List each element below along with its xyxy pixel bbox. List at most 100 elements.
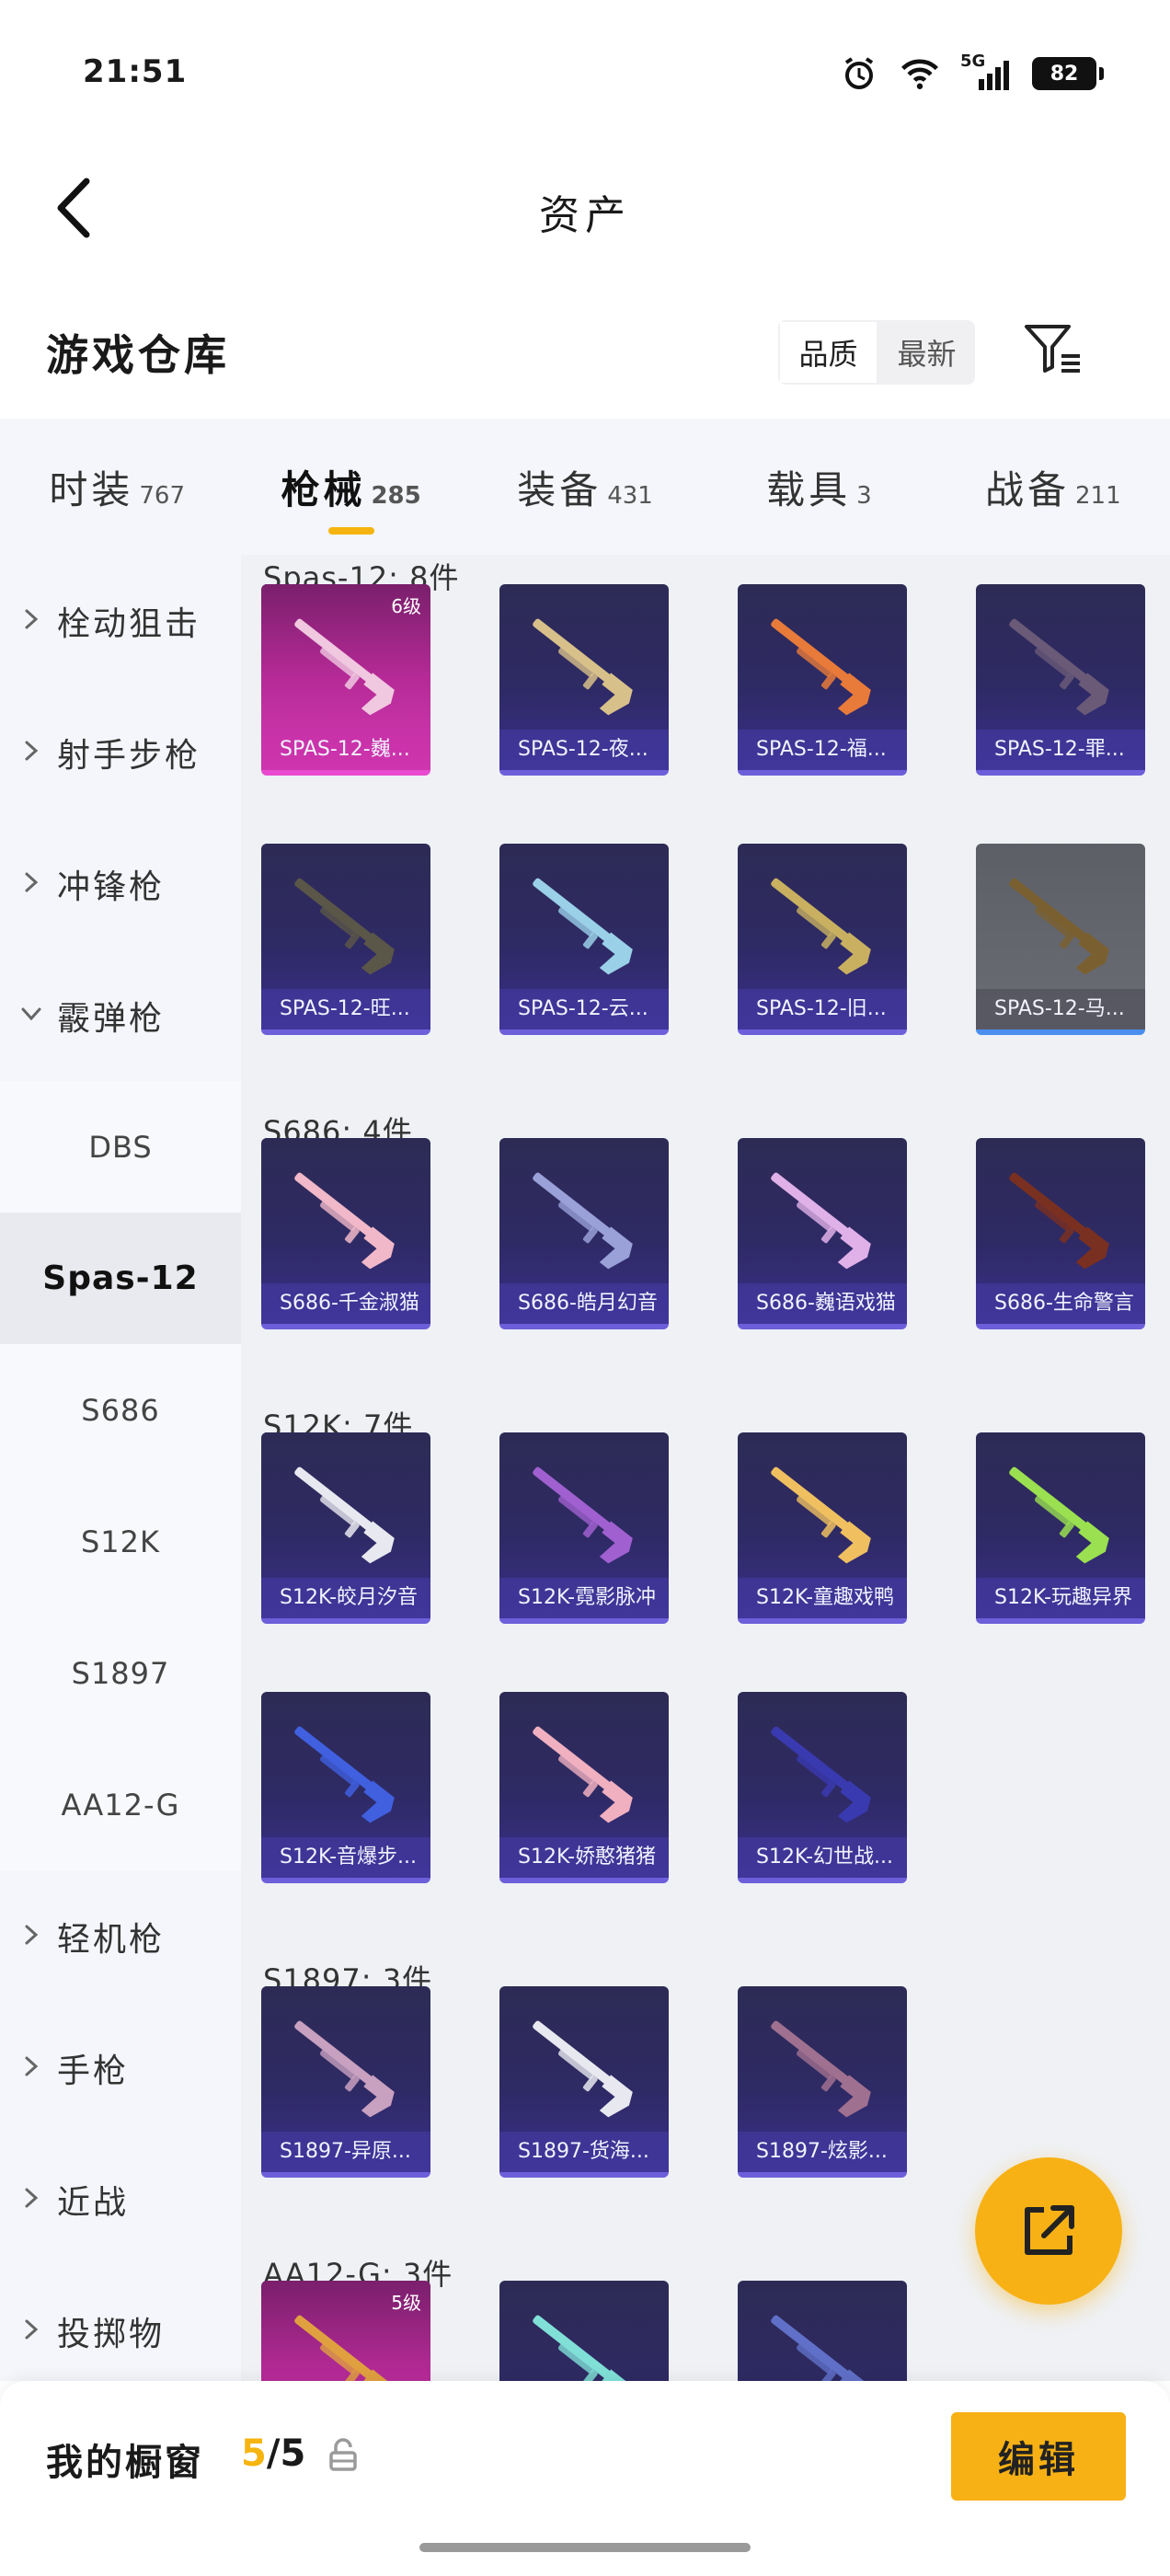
level-badge: 6级 bbox=[391, 595, 421, 617]
weapon-name: SPAS-12-旧... bbox=[738, 989, 907, 1029]
weapon-name: S686-巍语戏猫 bbox=[738, 1283, 907, 1324]
tab-1[interactable]: 枪械 285 bbox=[234, 419, 467, 555]
weapon-card[interactable]: 5级 bbox=[261, 2281, 430, 2381]
weapon-card[interactable]: S1897-货海... bbox=[499, 1986, 669, 2178]
chevron-right-icon bbox=[25, 2319, 39, 2340]
sidebar-item-13[interactable]: 投掷物 bbox=[0, 2265, 241, 2397]
weapon-image bbox=[533, 1466, 633, 1564]
sidebar-item-7[interactable]: S12K bbox=[0, 1476, 241, 1607]
sidebar-item-11[interactable]: 手枪 bbox=[0, 2002, 241, 2133]
weapon-card[interactable]: S686-巍语戏猫 bbox=[738, 1138, 907, 1329]
sidebar-item-12[interactable]: 近战 bbox=[0, 2133, 241, 2265]
sidebar-item-6[interactable]: S686 bbox=[0, 1344, 241, 1476]
weapon-card[interactable]: S12K-幻世战... bbox=[738, 1692, 907, 1883]
sort-latest-button[interactable]: 最新 bbox=[878, 320, 975, 385]
showcase-count: 5/5 bbox=[241, 2432, 305, 2475]
weapon-image bbox=[533, 2315, 633, 2381]
weapon-card[interactable]: S686-千金淑猫 bbox=[261, 1138, 430, 1329]
weapon-card[interactable]: S12K-娇憨猪猪 bbox=[499, 1692, 669, 1883]
chevron-right-icon bbox=[25, 741, 39, 761]
weapon-card[interactable] bbox=[499, 2281, 669, 2381]
sidebar-item-label: 霰弹枪 bbox=[57, 999, 166, 1038]
weapon-name: S686-生命警言 bbox=[976, 1283, 1145, 1324]
sidebar-item-label: S686 bbox=[81, 1392, 160, 1428]
weapon-image bbox=[533, 2020, 633, 2118]
sidebar-item-4[interactable]: DBS bbox=[0, 1081, 241, 1213]
filter-icon bbox=[1025, 325, 1080, 373]
weapon-card[interactable]: SPAS-12-旺... bbox=[261, 844, 430, 1035]
sidebar-item-label: 栓动狙击 bbox=[57, 604, 201, 643]
tab-4[interactable]: 战备 211 bbox=[936, 419, 1170, 555]
weapon-name: SPAS-12-云... bbox=[499, 989, 669, 1029]
weapon-image bbox=[771, 2315, 871, 2381]
tab-label: 枪械 bbox=[281, 467, 366, 512]
weapon-image bbox=[533, 1172, 633, 1270]
sidebar-item-10[interactable]: 轻机枪 bbox=[0, 1870, 241, 2002]
share-fab-button[interactable] bbox=[975, 2157, 1122, 2305]
home-indicator[interactable] bbox=[419, 2543, 751, 2552]
weapon-name: S1897-货海... bbox=[499, 2132, 669, 2172]
tab-label: 载具 bbox=[766, 467, 852, 512]
weapon-card[interactable] bbox=[738, 2281, 907, 2381]
weapon-image bbox=[1009, 878, 1109, 975]
showcase-total: /5 bbox=[266, 2432, 306, 2475]
sidebar-item-label: S1897 bbox=[71, 1655, 170, 1691]
wifi-icon bbox=[900, 53, 940, 94]
level-badge: 5级 bbox=[391, 2292, 421, 2314]
weapon-card[interactable]: S1897-异原... bbox=[261, 1986, 430, 2178]
tab-label: 时装 bbox=[49, 467, 134, 512]
weapon-card[interactable]: SPAS-12-马... bbox=[976, 844, 1145, 1035]
sidebar-item-label: 近战 bbox=[57, 2183, 130, 2222]
chevron-right-icon bbox=[25, 2056, 39, 2076]
sidebar-item-3[interactable]: 霰弹枪 bbox=[0, 949, 241, 1081]
sidebar-item-0[interactable]: 栓动狙击 bbox=[0, 555, 241, 686]
battery-icon: 82 bbox=[1032, 57, 1104, 90]
signal-5g-icon: 5G bbox=[960, 52, 1012, 94]
edit-button[interactable]: 编辑 bbox=[951, 2412, 1126, 2501]
sidebar-item-2[interactable]: 冲锋枪 bbox=[0, 818, 241, 949]
weapon-image bbox=[1009, 1172, 1109, 1270]
weapon-card[interactable]: SPAS-12-罪... bbox=[976, 584, 1145, 776]
sidebar-item-5[interactable]: Spas-12 bbox=[0, 1213, 241, 1344]
weapon-image bbox=[771, 1172, 871, 1270]
tab-3[interactable]: 载具 3 bbox=[702, 419, 935, 555]
weapon-card[interactable]: S12K-音爆步... bbox=[261, 1692, 430, 1883]
tab-2[interactable]: 装备 431 bbox=[468, 419, 702, 555]
weapon-card[interactable]: SPAS-12-福... bbox=[738, 584, 907, 776]
weapon-image bbox=[771, 2020, 871, 2118]
tab-0[interactable]: 时装 767 bbox=[0, 419, 234, 555]
sidebar-item-9[interactable]: AA12-G bbox=[0, 1739, 241, 1870]
sidebar-item-label: 射手步枪 bbox=[57, 736, 201, 775]
weapon-name: S12K-玩趣异界 bbox=[976, 1578, 1145, 1618]
filter-button[interactable] bbox=[1021, 316, 1085, 381]
weapon-card[interactable]: S12K-霓影脉冲 bbox=[499, 1432, 669, 1624]
weapon-card[interactable]: SPAS-12-云... bbox=[499, 844, 669, 1035]
chevron-down-icon bbox=[21, 1007, 41, 1021]
weapon-name: SPAS-12-马... bbox=[976, 989, 1145, 1029]
chevron-right-icon bbox=[25, 2188, 39, 2208]
weapon-card[interactable]: SPAS-12-旧... bbox=[738, 844, 907, 1035]
weapon-card[interactable]: S686-生命警言 bbox=[976, 1138, 1145, 1329]
weapon-card[interactable]: S686-皓月幻音 bbox=[499, 1138, 669, 1329]
weapon-image bbox=[771, 618, 871, 716]
weapon-card[interactable]: S12K-玩趣异界 bbox=[976, 1432, 1145, 1624]
weapon-card[interactable]: 6级 SPAS-12-巍... bbox=[261, 584, 430, 776]
external-link-icon bbox=[1025, 2205, 1074, 2255]
tab-count: 285 bbox=[371, 482, 421, 510]
weapon-image bbox=[533, 618, 633, 716]
status-icons: 5G 82 bbox=[839, 52, 1104, 94]
library-title: 游戏仓库 bbox=[46, 330, 230, 380]
weapon-card[interactable]: S1897-炫影... bbox=[738, 1986, 907, 2178]
weapon-name: SPAS-12-夜... bbox=[499, 730, 669, 770]
weapon-card[interactable]: SPAS-12-夜... bbox=[499, 584, 669, 776]
sort-quality-button[interactable]: 品质 bbox=[778, 320, 878, 385]
weapon-name: S1897-炫影... bbox=[738, 2132, 907, 2172]
tab-label: 战备 bbox=[985, 467, 1071, 512]
weapon-image bbox=[533, 1726, 633, 1823]
weapon-card[interactable]: S12K-皎月汐音 bbox=[261, 1432, 430, 1624]
weapon-name: SPAS-12-罪... bbox=[976, 730, 1145, 770]
sidebar-item-1[interactable]: 射手步枪 bbox=[0, 686, 241, 818]
sidebar-item-8[interactable]: S1897 bbox=[0, 1607, 241, 1739]
weapon-card[interactable]: S12K-童趣戏鸭 bbox=[738, 1432, 907, 1624]
lock-icon bbox=[329, 2438, 357, 2471]
